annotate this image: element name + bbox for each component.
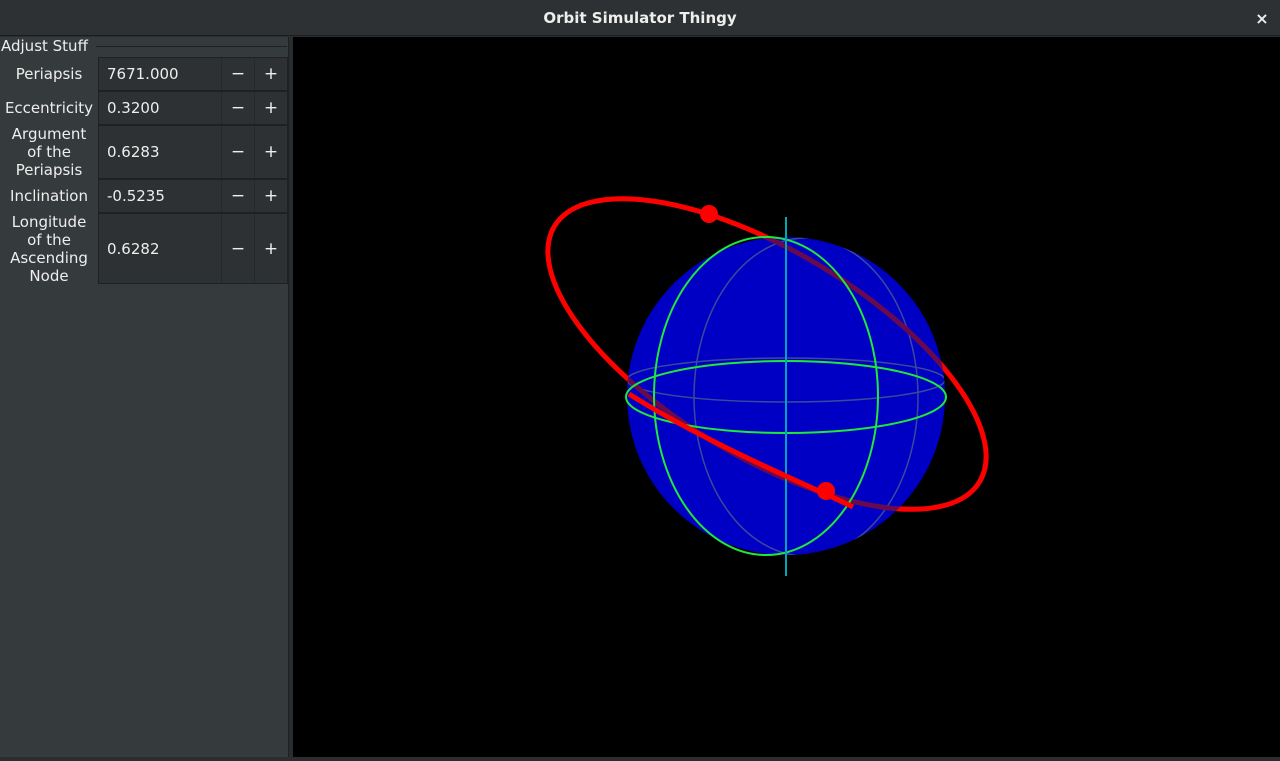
decrement-button[interactable]: −	[221, 214, 254, 283]
increment-button[interactable]: +	[254, 126, 287, 178]
increment-button[interactable]: +	[254, 58, 287, 90]
ascending-node-input[interactable]: 0.6282	[99, 214, 221, 283]
apoapsis-marker	[700, 205, 718, 223]
decrement-button[interactable]: −	[221, 180, 254, 212]
group-divider	[96, 46, 287, 47]
argument-periapsis-input[interactable]: 0.6283	[99, 126, 221, 178]
decrement-button[interactable]: −	[221, 58, 254, 90]
increment-button[interactable]: +	[254, 180, 287, 212]
inclination-input[interactable]: -0.5235	[99, 180, 221, 212]
periapsis-input[interactable]: 7671.000	[99, 58, 221, 90]
decrement-button[interactable]: −	[221, 126, 254, 178]
parameter-panel: Adjust Stuff Periapsis 7671.000 − + Ecce…	[0, 37, 289, 757]
param-row-inclination: Inclination -0.5235 − +	[0, 179, 288, 213]
param-row-ascending-node: Longitude of the Ascending Node 0.6282 −…	[0, 212, 288, 285]
param-label: Argument of the Periapsis	[11, 125, 87, 179]
argument-periapsis-spinbutton[interactable]: 0.6283 − +	[98, 125, 288, 179]
param-label: Longitude of the Ascending Node	[10, 212, 88, 285]
title-bar: Orbit Simulator Thingy ×	[0, 0, 1280, 36]
param-row-periapsis: Periapsis 7671.000 − +	[0, 57, 288, 91]
eccentricity-input[interactable]: 0.3200	[99, 92, 221, 124]
group-label: Adjust Stuff	[1, 37, 94, 55]
ascending-node-spinbutton[interactable]: 0.6282 − +	[98, 213, 288, 284]
periapsis-spinbutton[interactable]: 7671.000 − +	[98, 57, 288, 91]
param-row-argument-periapsis: Argument of the Periapsis 0.6283 − +	[0, 125, 288, 179]
close-icon[interactable]: ×	[1252, 8, 1272, 28]
increment-button[interactable]: +	[254, 214, 287, 283]
eccentricity-spinbutton[interactable]: 0.3200 − +	[98, 91, 288, 125]
orbit-scene	[545, 196, 989, 576]
param-label: Eccentricity	[4, 99, 94, 117]
decrement-button[interactable]: −	[221, 92, 254, 124]
orbit-viewport[interactable]	[293, 37, 1280, 757]
inclination-spinbutton[interactable]: -0.5235 − +	[98, 179, 288, 213]
param-row-eccentricity: Eccentricity 0.3200 − +	[0, 91, 288, 125]
param-label: Periapsis	[15, 65, 83, 83]
param-label: Inclination	[10, 187, 88, 205]
periapsis-marker	[817, 482, 835, 500]
window-title: Orbit Simulator Thingy	[543, 8, 737, 27]
increment-button[interactable]: +	[254, 92, 287, 124]
